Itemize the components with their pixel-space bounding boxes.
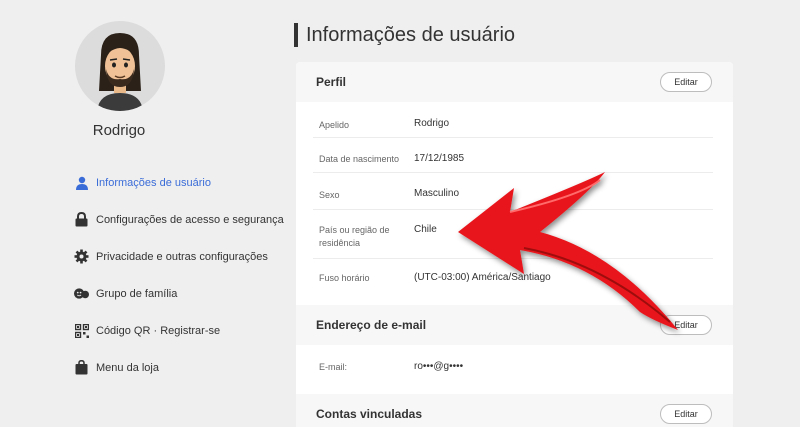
profile-section-title: Perfil — [316, 75, 347, 89]
field-value: (UTC-03:00) América/Santiago — [414, 272, 551, 283]
username: Rodrigo — [92, 122, 146, 139]
email-section-title: Endereço de e-mail — [316, 318, 427, 332]
edit-profile-button[interactable]: Editar — [660, 72, 712, 92]
sidebar-item-label: Configurações de acesso e segurança — [96, 213, 284, 226]
sidebar-item-label: Menu da loja — [96, 361, 159, 374]
email-row: E-mail: ro•••@g•••• — [313, 345, 713, 390]
gear-icon — [74, 249, 89, 264]
sidebar-item-qr-code[interactable]: Código QR · Registrar-se — [74, 312, 284, 349]
field-value: Chile — [414, 224, 437, 235]
field-label: Sexo — [319, 190, 340, 200]
field-label: E-mail: — [319, 362, 348, 372]
profile-row-nickname: Apelido Rodrigo — [313, 102, 713, 138]
family-icon — [74, 286, 89, 301]
avatar-mii-icon — [97, 33, 143, 111]
sidebar-item-label: Informações de usuário — [96, 176, 211, 189]
profile-row-timezone: Fuso horário (UTC-03:00) América/Santiag… — [313, 259, 713, 299]
email-section-header: Endereço de e-mail Editar — [296, 305, 733, 345]
sidebar: Rodrigo Informações de usuário Configura… — [0, 0, 290, 427]
profile-row-gender: Sexo Masculino — [313, 173, 713, 210]
field-label: Apelido — [319, 120, 350, 130]
linked-accounts-section-title: Contas vinculadas — [316, 407, 423, 421]
field-label: País ou região de residência — [319, 225, 390, 248]
sidebar-item-label: Código QR · Registrar-se — [96, 324, 221, 337]
qr-code-icon — [74, 323, 89, 338]
field-label: Fuso horário — [319, 273, 370, 283]
avatar[interactable] — [75, 21, 165, 111]
sidebar-item-label: Grupo de família — [96, 287, 178, 300]
user-icon — [74, 175, 89, 190]
edit-linked-accounts-button[interactable]: Editar — [660, 404, 712, 424]
profile-section-header: Perfil Editar — [296, 62, 733, 102]
sidebar-nav: Informações de usuário Configurações de … — [74, 164, 284, 386]
linked-accounts-section-header: Contas vinculadas Editar — [296, 394, 733, 427]
sidebar-item-shop-menu[interactable]: Menu da loja — [74, 349, 284, 386]
sidebar-item-security[interactable]: Configurações de acesso e segurança — [74, 201, 284, 238]
sidebar-item-privacy[interactable]: Privacidade e outras configurações — [74, 238, 284, 275]
page-title: Informações de usuário — [294, 23, 515, 47]
profile-row-birthdate: Data de nascimento 17/12/1985 — [313, 138, 713, 173]
sidebar-item-label: Privacidade e outras configurações — [96, 250, 268, 263]
sidebar-item-family[interactable]: Grupo de família — [74, 275, 284, 312]
edit-email-button[interactable]: Editar — [660, 315, 712, 335]
sidebar-item-user-info[interactable]: Informações de usuário — [74, 164, 284, 201]
field-value: ro•••@g•••• — [414, 361, 464, 372]
lock-icon — [74, 212, 89, 227]
shopping-bag-icon — [74, 360, 89, 375]
field-value: 17/12/1985 — [414, 153, 465, 164]
field-label: Data de nascimento — [319, 154, 400, 164]
field-value: Masculino — [414, 188, 460, 199]
user-info-card: Perfil Editar Apelido Rodrigo Data de na… — [296, 62, 733, 427]
profile-row-country: País ou região de residência Chile — [313, 210, 713, 259]
field-value: Rodrigo — [414, 118, 450, 129]
